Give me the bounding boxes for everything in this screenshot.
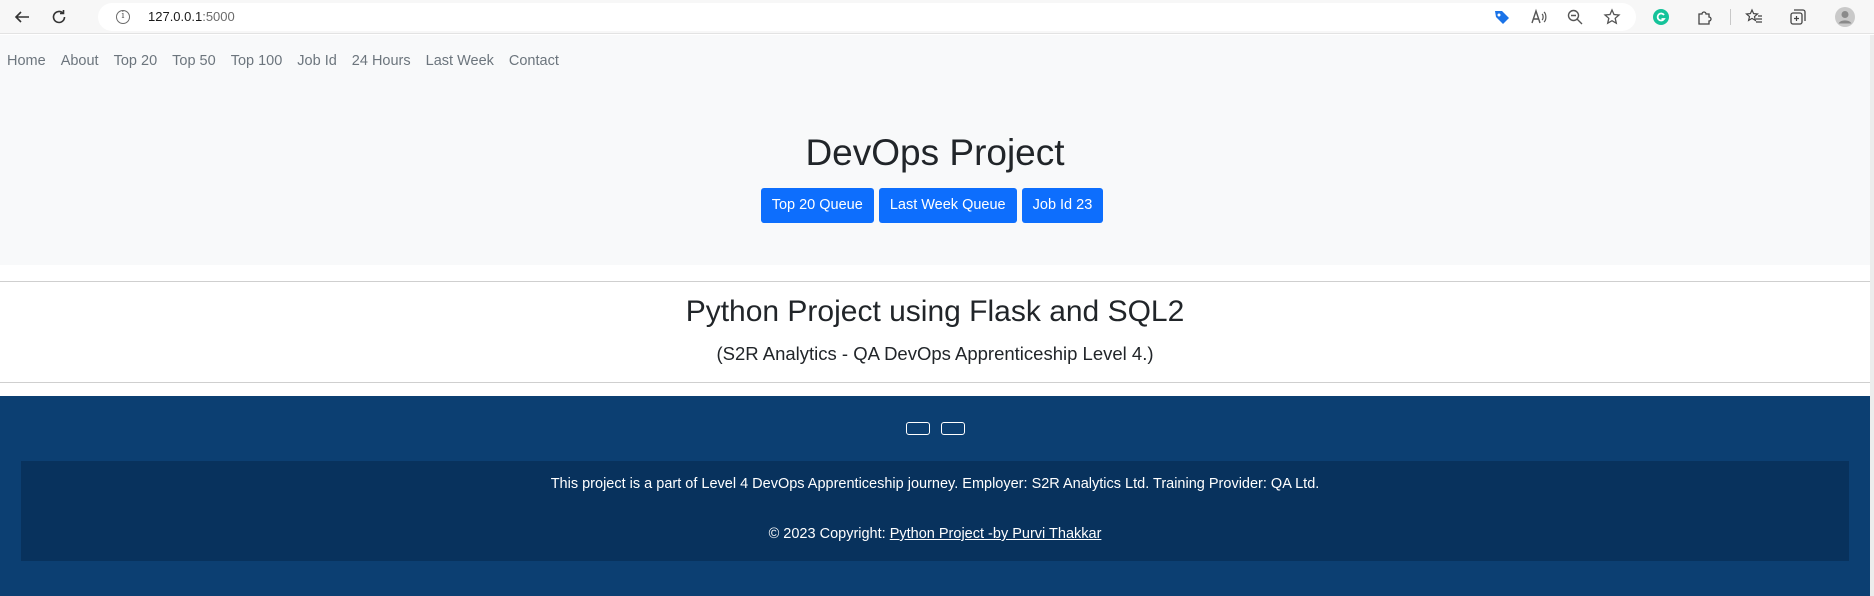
nav-menu: Home About Top 20 Top 50 Top 100 Job Id … bbox=[7, 53, 574, 69]
toolbar-separator bbox=[1730, 9, 1731, 25]
zoom-out-icon bbox=[1567, 9, 1583, 25]
footer-info-panel: This project is a part of Level 4 DevOps… bbox=[21, 461, 1849, 561]
collections-icon bbox=[1790, 9, 1806, 25]
nav-link-24-hours[interactable]: 24 Hours bbox=[352, 53, 411, 69]
back-arrow-icon bbox=[14, 11, 29, 23]
job-id-23-button[interactable]: Job Id 23 bbox=[1021, 188, 1104, 223]
browser-toolbar: i 127.0.0.1:5000 bbox=[0, 0, 1874, 34]
section-divider-bottom bbox=[0, 382, 1870, 383]
address-bar[interactable]: i 127.0.0.1:5000 bbox=[98, 3, 1636, 31]
url-port: :5000 bbox=[202, 9, 235, 24]
social-link-button-2[interactable] bbox=[941, 422, 965, 435]
top-20-queue-button[interactable]: Top 20 Queue bbox=[760, 188, 874, 223]
nav-link-contact[interactable]: Contact bbox=[509, 53, 559, 69]
social-link-button-1[interactable] bbox=[906, 422, 930, 435]
nav-link-top-100[interactable]: Top 100 bbox=[231, 53, 283, 69]
copyright-prefix: © 2023 Copyright: bbox=[768, 526, 890, 542]
profile-button[interactable] bbox=[1832, 4, 1858, 30]
page-footer: This project is a part of Level 4 DevOps… bbox=[0, 396, 1870, 596]
coupon-tag-button[interactable] bbox=[1489, 4, 1515, 30]
read-aloud-icon bbox=[1531, 8, 1547, 24]
nav-link-top-20[interactable]: Top 20 bbox=[114, 53, 158, 69]
project-caption: (S2R Analytics - QA DevOps Apprenticeshi… bbox=[716, 343, 1154, 364]
star-add-icon bbox=[1603, 8, 1621, 25]
zoom-button[interactable] bbox=[1562, 4, 1588, 30]
nav-link-top-50[interactable]: Top 50 bbox=[172, 53, 216, 69]
footer-description: This project is a part of Level 4 DevOps… bbox=[550, 476, 1320, 492]
tag-icon bbox=[1495, 11, 1509, 24]
hero-button-group: Top 20 Queue Last Week Queue Job Id 23 bbox=[0, 188, 1870, 223]
avatar-icon bbox=[1835, 7, 1855, 27]
navbar-header: Home About Top 20 Top 50 Top 100 Job Id … bbox=[0, 35, 1870, 265]
favorites-list-icon bbox=[1745, 8, 1762, 23]
nav-link-home[interactable]: Home bbox=[7, 53, 46, 69]
url-text: 127.0.0.1:5000 bbox=[148, 9, 235, 24]
grammarly-icon bbox=[1653, 9, 1669, 25]
nav-link-last-week[interactable]: Last Week bbox=[426, 53, 494, 69]
last-week-queue-button[interactable]: Last Week Queue bbox=[878, 188, 1017, 223]
site-info-icon[interactable]: i bbox=[116, 10, 130, 24]
nav-link-job-id[interactable]: Job Id bbox=[297, 53, 337, 69]
favorites-button[interactable] bbox=[1741, 4, 1767, 30]
refresh-icon bbox=[52, 10, 66, 24]
back-button[interactable] bbox=[9, 4, 35, 30]
author-link[interactable]: Python Project -by Purvi Thakkar bbox=[890, 526, 1102, 542]
page-title: DevOps Project bbox=[805, 132, 1065, 173]
section-divider-top bbox=[0, 281, 1870, 282]
favorite-button[interactable] bbox=[1599, 4, 1625, 30]
page-scrollbar[interactable] bbox=[1870, 35, 1874, 596]
puzzle-icon bbox=[1698, 11, 1712, 25]
read-aloud-button[interactable] bbox=[1526, 4, 1552, 30]
footer-copyright: © 2023 Copyright: Python Project -by Pur… bbox=[21, 526, 1849, 542]
site-info-glyph: i bbox=[121, 11, 125, 21]
page-viewport: Home About Top 20 Top 50 Top 100 Job Id … bbox=[0, 35, 1874, 596]
extensions-button[interactable] bbox=[1692, 4, 1718, 30]
project-title: Python Project using Flask and SQL2 bbox=[685, 295, 1185, 328]
grammarly-extension-button[interactable] bbox=[1648, 4, 1674, 30]
nav-link-about[interactable]: About bbox=[61, 53, 99, 69]
collections-button[interactable] bbox=[1785, 4, 1811, 30]
refresh-button[interactable] bbox=[46, 4, 72, 30]
url-host: 127.0.0.1 bbox=[148, 9, 203, 24]
